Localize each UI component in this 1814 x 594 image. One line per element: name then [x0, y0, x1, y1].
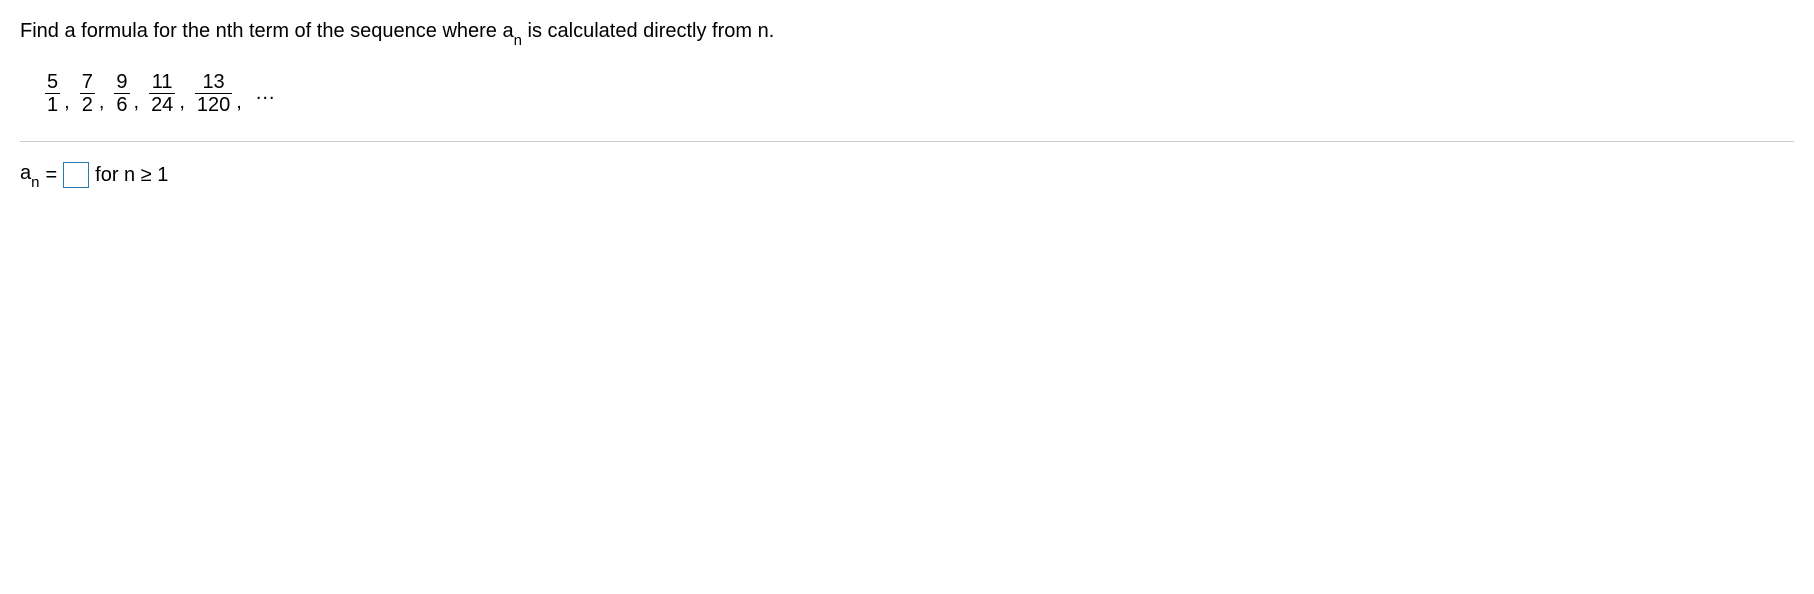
numerator: 13	[200, 71, 226, 93]
denominator: 24	[149, 93, 175, 116]
question-suffix: is calculated directly from n.	[522, 20, 774, 42]
fraction: 9 6	[114, 71, 129, 116]
question-prefix: Find a formula for the nth term of the s…	[20, 20, 502, 42]
numerator: 7	[80, 71, 95, 93]
divider	[20, 141, 1794, 142]
ellipsis: ...	[256, 82, 276, 105]
denominator: 2	[80, 93, 95, 116]
question-var: a	[502, 20, 513, 42]
denominator: 120	[195, 93, 232, 116]
fraction: 5 1	[45, 71, 60, 116]
for-condition: for n ≥ 1	[95, 164, 168, 187]
fraction: 13 120	[195, 71, 232, 116]
equals-sign: =	[45, 164, 57, 187]
question-sub: n	[514, 32, 522, 49]
numerator: 11	[150, 71, 175, 93]
comma: ,	[99, 91, 105, 114]
answer-row: an = for n ≥ 1	[20, 162, 1794, 188]
denominator: 1	[45, 93, 60, 116]
answer-input[interactable]	[63, 162, 89, 188]
comma: ,	[179, 91, 185, 114]
numerator: 5	[45, 71, 60, 93]
comma: ,	[64, 91, 70, 114]
fraction: 11 24	[149, 71, 175, 116]
question-text: Find a formula for the nth term of the s…	[20, 20, 1794, 46]
comma: ,	[134, 91, 140, 114]
comma: ,	[236, 91, 242, 114]
numerator: 9	[114, 71, 129, 93]
denominator: 6	[114, 93, 129, 116]
answer-var: an	[20, 162, 39, 188]
sequence: 5 1 , 7 2 , 9 6 , 11 24 , 13 120 , ...	[45, 71, 1794, 116]
fraction: 7 2	[80, 71, 95, 116]
